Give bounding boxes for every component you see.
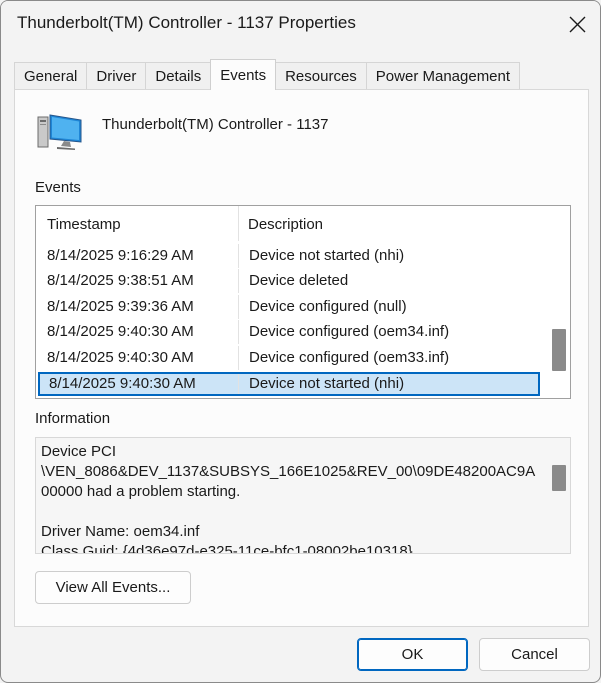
events-tab-panel: Thunderbolt(TM) Controller - 1137 Events…: [14, 89, 589, 627]
tab-power-management[interactable]: Power Management: [365, 62, 521, 90]
tab-details[interactable]: Details: [145, 62, 212, 90]
event-row-selected[interactable]: 8/14/2025 9:40:30 AM Device not started …: [38, 372, 540, 396]
event-timestamp: 8/14/2025 9:39:36 AM: [36, 295, 239, 319]
event-timestamp: 8/14/2025 9:40:30 AM: [36, 346, 239, 370]
event-timestamp: 8/14/2025 9:40:30 AM: [36, 320, 239, 344]
events-label: Events: [35, 179, 81, 196]
device-name: Thunderbolt(TM) Controller - 1137: [102, 116, 329, 133]
events-scrollbar-thumb[interactable]: [552, 329, 566, 371]
event-row[interactable]: 8/14/2025 9:16:29 AM Device not started …: [36, 244, 540, 268]
tab-driver[interactable]: Driver: [86, 62, 147, 90]
properties-dialog: Thunderbolt(TM) Controller - 1137 Proper…: [0, 0, 601, 683]
computer-display-icon: [37, 114, 82, 150]
information-label-text: Information: [35, 410, 111, 427]
title-bar: Thunderbolt(TM) Controller - 1137 Proper…: [1, 1, 600, 47]
event-row[interactable]: 8/14/2025 9:40:30 AM Device configured (…: [36, 320, 540, 344]
event-timestamp: 8/14/2025 9:16:29 AM: [36, 244, 239, 268]
event-description: Device configured (null): [249, 298, 407, 315]
events-list[interactable]: Timestamp Description 8/14/2025 9:16:29 …: [35, 205, 571, 399]
event-timestamp: 8/14/2025 9:40:30 AM: [38, 372, 239, 396]
information-label: Information: [35, 410, 110, 427]
close-icon: [569, 16, 585, 32]
event-row[interactable]: 8/14/2025 9:39:36 AM Device configured (…: [36, 295, 540, 319]
event-description: Device configured (oem34.inf): [249, 323, 450, 340]
tab-resources[interactable]: Resources: [275, 62, 367, 90]
event-description: Device configured (oem33.inf): [249, 349, 450, 366]
information-scrollbar-thumb[interactable]: [552, 465, 566, 491]
cancel-button[interactable]: Cancel: [479, 638, 590, 671]
information-textbox[interactable]: Device PCI \VEN_8086&DEV_1137&SUBSYS_166…: [35, 437, 571, 554]
events-label-text: Events: [35, 179, 81, 196]
column-header-timestamp[interactable]: Timestamp: [36, 206, 239, 241]
information-scrollbar[interactable]: [541, 438, 570, 553]
view-all-events-button[interactable]: View All Events...: [35, 571, 191, 604]
tab-events[interactable]: Events: [210, 59, 277, 90]
tab-strip: General Driver Details Events Resources …: [14, 59, 521, 90]
tab-general[interactable]: General: [14, 62, 88, 90]
event-description: Device not started (nhi): [249, 375, 405, 392]
event-description: Device deleted: [249, 272, 349, 289]
event-row[interactable]: 8/14/2025 9:38:51 AM Device deleted: [36, 269, 540, 293]
event-timestamp: 8/14/2025 9:38:51 AM: [36, 269, 239, 293]
event-description: Device not started (nhi): [249, 247, 405, 264]
events-list-scrollbar[interactable]: [541, 206, 570, 398]
events-list-header: Timestamp Description: [36, 206, 540, 241]
close-button[interactable]: [554, 1, 600, 47]
information-text: Device PCI \VEN_8086&DEV_1137&SUBSYS_166…: [41, 443, 536, 554]
window-title: Thunderbolt(TM) Controller - 1137 Proper…: [17, 13, 356, 32]
event-row[interactable]: 8/14/2025 9:40:30 AM Device configured (…: [36, 346, 540, 370]
column-header-description[interactable]: Description: [239, 206, 323, 241]
ok-button[interactable]: OK: [357, 638, 468, 671]
